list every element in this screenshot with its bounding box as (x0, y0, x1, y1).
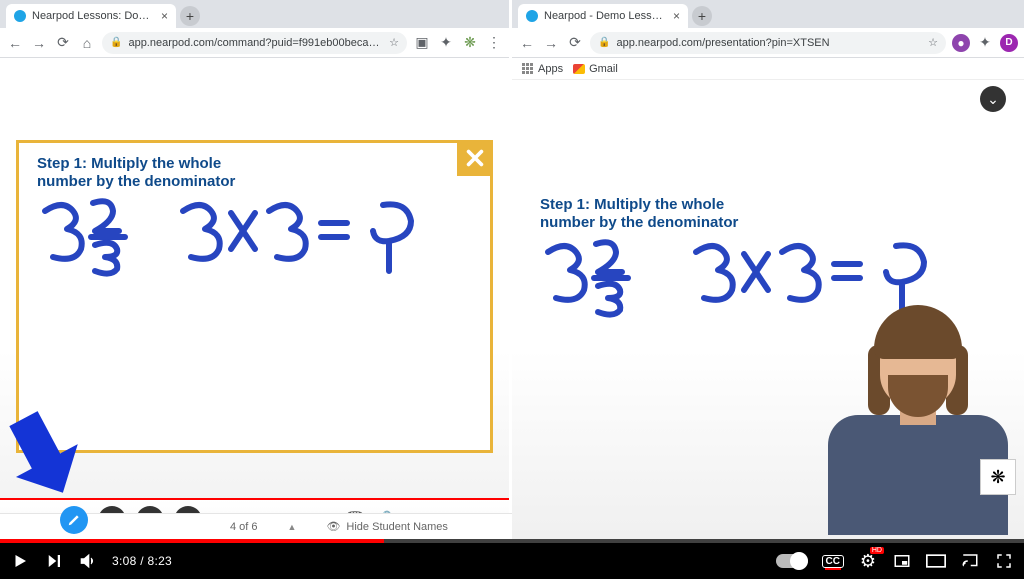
play-button[interactable] (10, 552, 30, 570)
presenter-webcam (818, 305, 1018, 535)
fullscreen-button[interactable] (994, 552, 1014, 570)
annotation-arrow (8, 407, 88, 497)
right-content: ⌄ Step 1: Multiply the whole number by t… (512, 80, 1024, 539)
right-browser-pane: Nearpod - Demo Lesson New × + ← → ⟳ 🔒 ap… (512, 0, 1024, 539)
step-instruction-left: Step 1: Multiply the whole number by the… (37, 155, 235, 191)
nearpod-logo-badge: ❋ (980, 459, 1016, 495)
chevron-down-icon: ⌄ (987, 91, 999, 108)
tabstrip-left: Nearpod Lessons: Download r × + (0, 0, 509, 28)
browser-tab-right[interactable]: Nearpod - Demo Lesson New × (518, 4, 688, 28)
left-browser-pane: Nearpod Lessons: Download r × + ← → ⟳ ⌂ … (0, 0, 512, 539)
tree-extension-icon[interactable]: ❋ (461, 34, 479, 51)
apps-bookmark[interactable]: Apps (522, 63, 563, 75)
pen-tool[interactable] (60, 506, 88, 534)
pen-icon (67, 513, 81, 527)
time-display: 3:08 / 8:23 (112, 554, 172, 568)
url-text: app.nearpod.com/presentation?pin=XTSEN (616, 37, 922, 49)
page-up-icon[interactable]: ▲ (288, 522, 297, 532)
back-icon[interactable]: ← (518, 35, 536, 51)
hide-student-names[interactable]: 👁 Hide Student Names (326, 520, 447, 533)
apps-label: Apps (538, 63, 563, 75)
volume-button[interactable] (78, 552, 98, 570)
hd-badge: HD (870, 547, 884, 554)
current-time: 3:08 (112, 554, 137, 568)
page-indicator: 4 of 6 (230, 521, 258, 533)
gmail-label: Gmail (589, 63, 618, 75)
expand-toggle[interactable]: ⌄ (980, 86, 1006, 112)
forward-icon[interactable]: → (542, 35, 560, 51)
close-tab-icon[interactable]: × (673, 9, 680, 23)
back-icon[interactable]: ← (6, 35, 24, 51)
reading-list-icon[interactable]: ▣ (413, 34, 431, 51)
gmail-bookmark[interactable]: Gmail (573, 63, 618, 75)
tabstrip-right: Nearpod - Demo Lesson New × + (512, 0, 1024, 28)
miniplayer-icon (893, 552, 911, 570)
volume-icon (79, 552, 97, 570)
new-tab-button[interactable]: + (692, 6, 712, 26)
step-line2: number by the denominator (540, 214, 738, 232)
gmail-icon (573, 64, 585, 74)
url-text: app.nearpod.com/command?puid=f991eb00bec… (128, 37, 383, 49)
video-controls: 3:08 / 8:23 CC ⚙ HD (0, 539, 1024, 579)
fullscreen-icon (995, 552, 1013, 570)
close-tab-icon[interactable]: × (161, 9, 168, 23)
address-bar-right[interactable]: 🔒 app.nearpod.com/presentation?pin=XTSEN… (590, 32, 946, 54)
handwritten-math-left (33, 191, 453, 281)
extension-purple-icon[interactable]: ● (952, 34, 970, 52)
step-line2: number by the denominator (37, 173, 235, 191)
tab-title: Nearpod - Demo Lesson New (544, 10, 667, 22)
close-slide-button[interactable] (457, 140, 493, 176)
step-line1: Step 1: Multiply the whole (540, 196, 738, 214)
reload-icon[interactable]: ⟳ (54, 34, 72, 51)
cast-icon (961, 552, 979, 570)
gear-icon: ⚙ (860, 551, 876, 572)
eye-icon: 👁 (326, 520, 340, 533)
menu-icon[interactable]: ⋮ (485, 34, 503, 51)
hide-label: Hide Student Names (346, 521, 448, 533)
step-instruction-right: Step 1: Multiply the whole number by the… (540, 196, 738, 232)
new-tab-button[interactable]: + (180, 6, 200, 26)
captions-button[interactable]: CC (822, 555, 844, 568)
lock-icon: 🔒 (598, 37, 610, 48)
browser-toolbar-right: ← → ⟳ 🔒 app.nearpod.com/presentation?pin… (512, 28, 1024, 58)
forward-icon[interactable]: → (30, 35, 48, 51)
miniplayer-button[interactable] (892, 552, 912, 570)
home-icon[interactable]: ⌂ (78, 35, 96, 51)
play-icon (11, 552, 29, 570)
nearpod-favicon (14, 10, 26, 22)
bookmarks-bar: Apps Gmail (512, 58, 1024, 80)
reload-icon[interactable]: ⟳ (566, 34, 584, 51)
apps-icon (522, 63, 534, 75)
browser-toolbar-left: ← → ⟳ ⌂ 🔒 app.nearpod.com/command?puid=f… (0, 28, 509, 58)
next-icon (45, 552, 63, 570)
settings-button[interactable]: ⚙ HD (858, 551, 878, 572)
profile-avatar[interactable]: D (1000, 34, 1018, 52)
autoplay-toggle[interactable] (776, 554, 808, 568)
tab-title: Nearpod Lessons: Download r (32, 10, 155, 22)
star-icon[interactable]: ☆ (928, 36, 938, 49)
star-icon[interactable]: ☆ (389, 36, 399, 49)
theater-icon (926, 554, 946, 568)
duration-time: 8:23 (147, 554, 172, 568)
next-button[interactable] (44, 552, 64, 570)
nearpod-favicon (526, 10, 538, 22)
lock-icon: 🔒 (110, 37, 122, 48)
step-line1: Step 1: Multiply the whole (37, 155, 235, 173)
extensions-icon[interactable]: ✦ (976, 34, 994, 51)
close-icon (464, 147, 486, 169)
cast-button[interactable] (960, 552, 980, 570)
browser-tab-left[interactable]: Nearpod Lessons: Download r × (6, 4, 176, 28)
address-bar-left[interactable]: 🔒 app.nearpod.com/command?puid=f991eb00b… (102, 32, 407, 54)
theater-button[interactable] (926, 554, 946, 568)
extensions-icon[interactable]: ✦ (437, 34, 455, 51)
